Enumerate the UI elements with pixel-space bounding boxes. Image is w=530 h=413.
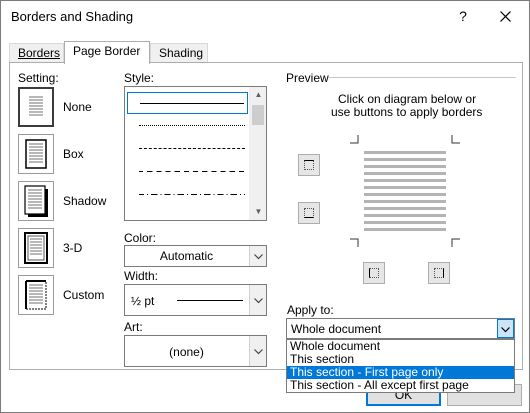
chevron-down-icon[interactable] (497, 319, 514, 338)
setting-heading: Setting: (18, 71, 59, 85)
window-title: Borders and Shading (11, 9, 134, 24)
preview-heading: Preview (286, 71, 329, 85)
setting-none[interactable]: None (18, 87, 118, 127)
apply-to-dropdown: Whole document This section This section… (286, 339, 515, 393)
setting-none-icon (18, 87, 54, 127)
setting-custom[interactable]: Custom (18, 275, 118, 315)
apply-to-heading: Apply to: (287, 303, 334, 317)
tab-label: Page Border (73, 44, 141, 58)
chevron-down-icon[interactable] (249, 246, 266, 266)
borders-and-shading-dialog: Borders and Shading ? Borders Page Borde… (0, 0, 530, 413)
width-line-sample (177, 300, 243, 301)
close-button[interactable] (493, 5, 517, 27)
setting-3d-icon (18, 228, 54, 268)
help-button[interactable]: ? (453, 5, 473, 27)
close-icon (499, 11, 511, 23)
art-value: (none) (169, 345, 204, 359)
style-option-dash-dot[interactable] (127, 184, 248, 206)
width-select[interactable]: ½ pt (124, 284, 267, 316)
setting-shadow-label: Shadow (63, 194, 107, 208)
setting-box[interactable]: Box (18, 134, 118, 174)
setting-shadow-icon (18, 181, 54, 221)
color-heading: Color: (124, 231, 157, 245)
scroll-thumb[interactable] (252, 105, 264, 125)
left-border-button[interactable] (363, 262, 385, 284)
apply-to-option[interactable]: This section - All except first page (287, 379, 514, 392)
apply-to-value: Whole document (291, 322, 382, 336)
preview-diagram[interactable] (346, 131, 464, 251)
style-heading: Style: (124, 71, 155, 85)
preview-divider (328, 77, 516, 78)
preview-group: Preview Click on diagram below or use bu… (280, 71, 516, 291)
chevron-down-icon[interactable] (249, 336, 266, 366)
setting-none-label: None (63, 100, 92, 114)
style-option-solid[interactable] (127, 92, 248, 114)
top-border-button[interactable] (298, 154, 320, 176)
tab-label: Borders (18, 46, 61, 60)
tab-label: Shading (159, 46, 204, 60)
tab-shading[interactable]: Shading (150, 43, 208, 63)
style-scrollbar[interactable]: ▲ ▼ (249, 87, 266, 220)
color-value: Automatic (159, 249, 214, 263)
setting-shadow[interactable]: Shadow (18, 181, 118, 221)
setting-3d-label: 3-D (63, 241, 83, 255)
tab-borders[interactable]: Borders (9, 43, 64, 63)
setting-box-label: Box (63, 147, 84, 161)
preview-instruction-2: use buttons to apply borders (331, 105, 483, 119)
art-heading: Art: (124, 320, 143, 334)
setting-custom-icon (18, 275, 54, 315)
scroll-down-icon[interactable]: ▼ (250, 204, 266, 220)
scroll-up-icon[interactable]: ▲ (250, 87, 266, 103)
setting-box-icon (18, 134, 54, 174)
right-border-button[interactable] (428, 262, 450, 284)
art-select[interactable]: (none) (124, 335, 267, 367)
apply-to-select[interactable]: Whole document (286, 318, 515, 339)
color-select[interactable]: Automatic (124, 245, 267, 267)
title-bar: Borders and Shading ? (1, 1, 529, 33)
tab-page-border[interactable]: Page Border (64, 41, 150, 64)
width-heading: Width: (124, 269, 159, 283)
preview-instruction-1: Click on diagram below or (338, 92, 477, 106)
bottom-border-button[interactable] (298, 202, 320, 224)
width-value: ½ pt (131, 294, 155, 308)
style-option-dotted[interactable] (127, 115, 248, 137)
style-option-dash[interactable] (127, 161, 248, 183)
style-option-small-dash[interactable] (127, 138, 248, 160)
setting-3d[interactable]: 3-D (18, 228, 118, 268)
style-list[interactable]: ▲ ▼ (124, 86, 267, 221)
chevron-down-icon[interactable] (249, 285, 266, 315)
setting-custom-label: Custom (63, 288, 105, 302)
